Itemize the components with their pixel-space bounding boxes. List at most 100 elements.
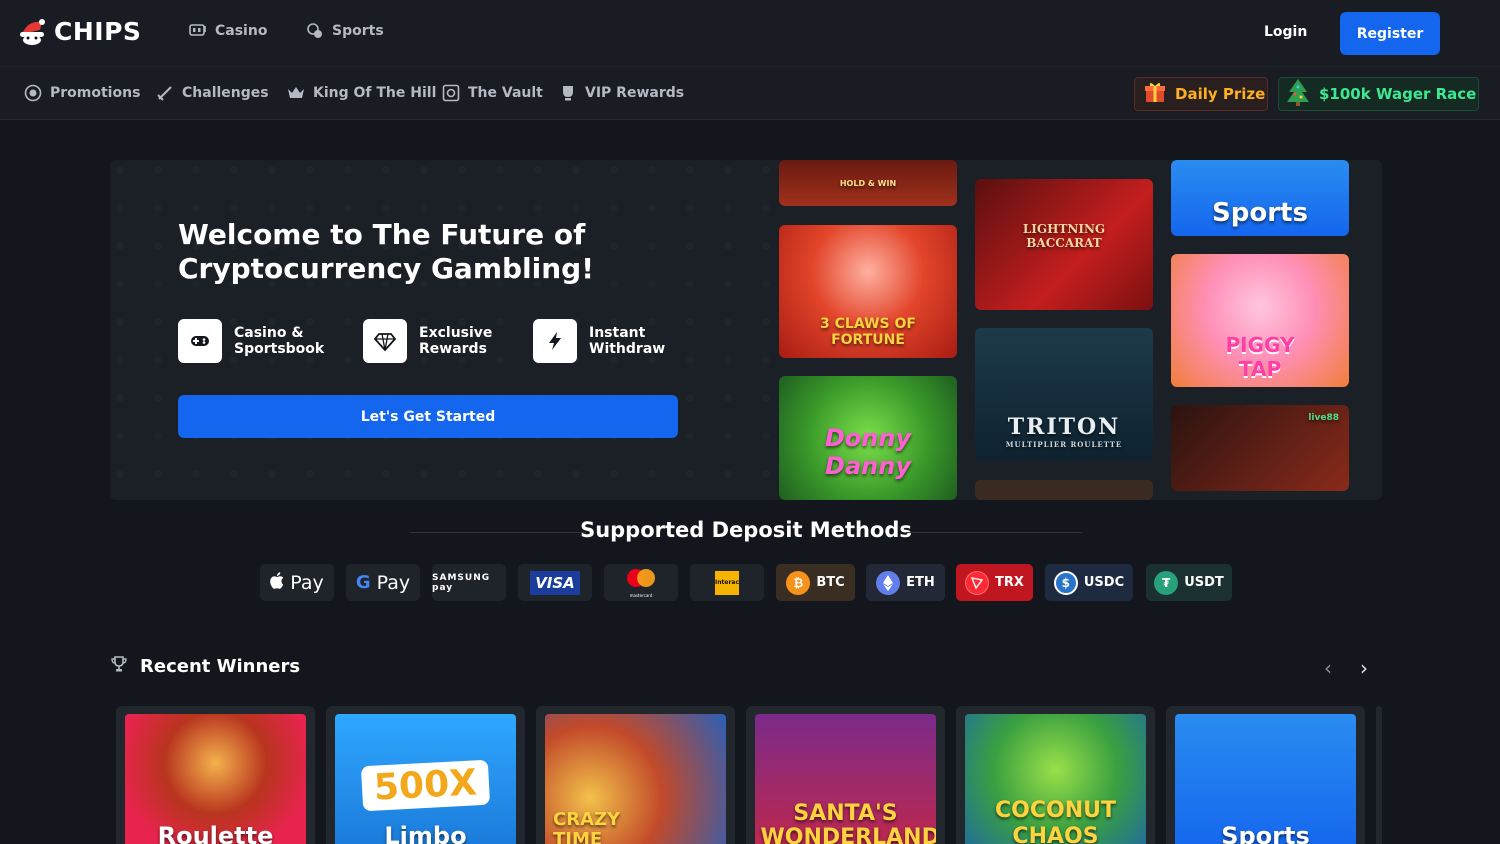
payment-visa: VISA <box>518 564 592 601</box>
tile-piggy-text: PIGGY TAP <box>1225 333 1295 381</box>
payment-btc: ₿ BTC <box>776 564 855 601</box>
wager-race-label: $100k Wager Race <box>1319 85 1477 103</box>
winner-label-sports: Sports <box>1221 822 1310 844</box>
trophy-icon <box>110 655 128 678</box>
game-tile-partial[interactable] <box>975 480 1153 500</box>
winner-card-partial <box>1376 706 1382 844</box>
sword-icon <box>156 84 174 102</box>
usdt-label: USDT <box>1184 575 1224 590</box>
winner-img-sports: Sports <box>1175 714 1356 844</box>
game-tile-hold-win[interactable]: HOLD & WIN <box>779 160 957 206</box>
mastercard-label: mastercard <box>629 592 653 598</box>
winner-label-santas: SANTA'S WONDERLAND <box>760 801 937 844</box>
recent-winners-heading: Recent Winners <box>110 655 300 678</box>
deposit-heading: Supported Deposit Methods <box>580 518 912 542</box>
nav-sports-label: Sports <box>332 23 384 39</box>
eth-label: ETH <box>906 575 935 590</box>
game-tile-sports[interactable]: Sports <box>1171 160 1349 236</box>
carousel-prev-button[interactable]: ‹ <box>1324 656 1332 680</box>
nav-casino-label: Casino <box>215 23 268 39</box>
payment-mastercard: mastercard <box>604 564 678 601</box>
feature-exclusive-rewards: Exclusive Rewards <box>363 319 519 363</box>
subnav-vip-rewards[interactable]: VIP Rewards <box>559 84 684 102</box>
usdc-icon: $ <box>1053 570 1078 595</box>
feature-instant-withdraw: Instant Withdraw <box>533 319 689 363</box>
winner-img-santas: SANTA'S WONDERLAND <box>755 714 936 844</box>
game-tile-live88[interactable]: live88 <box>1171 405 1349 491</box>
hero-title: Welcome to The Future of Cryptocurrency … <box>178 218 594 285</box>
feature-casino-label: Casino & Sportsbook <box>234 325 325 357</box>
tile-claws-text: 3 CLAWS OF FORTUNE <box>820 316 916 348</box>
winner-card-limbo[interactable]: 500X Limbo <box>326 706 525 844</box>
google-pay-label: Pay <box>376 571 411 594</box>
carousel-next-button[interactable]: › <box>1360 656 1368 680</box>
get-started-button[interactable]: Let's Get Started <box>178 395 678 438</box>
game-tile-lightning-baccarat[interactable]: LIGHTNING BACCARAT <box>975 179 1153 310</box>
subnav-challenges[interactable]: Challenges <box>156 84 269 102</box>
nav-casino[interactable]: Casino <box>189 22 267 40</box>
game-tile-donny-danny[interactable]: Donny Danny <box>779 376 957 500</box>
christmas-tree-icon <box>1285 78 1311 110</box>
trx-label: TRX <box>995 575 1024 590</box>
subnav-challenges-label: Challenges <box>182 85 269 101</box>
tile-triton-sub: MULTIPLIER ROULETTE <box>1005 440 1123 449</box>
bitcoin-icon: ₿ <box>786 570 811 595</box>
subnav-king-label: King Of The Hill <box>313 85 437 101</box>
winner-card-sports[interactable]: Sports <box>1166 706 1365 844</box>
crown-icon <box>287 84 305 102</box>
logo[interactable]: CHIPS <box>18 16 141 46</box>
winner-card-santas-wonderland[interactable]: SANTA'S WONDERLAND <box>746 706 945 844</box>
sports-icon <box>306 22 324 40</box>
payment-eth: ETH <box>866 564 945 601</box>
winner-card-coconut-chaos[interactable]: COCONUT CHAOS <box>956 706 1155 844</box>
subnav-vault-label: The Vault <box>468 85 543 101</box>
tile-donny-text: Donny Danny <box>824 424 912 480</box>
game-tile-piggy-tap[interactable]: PIGGY TAP <box>1171 254 1349 387</box>
subnav-vip-label: VIP Rewards <box>585 85 685 101</box>
tether-icon: ₮ <box>1154 570 1179 595</box>
visa-icon: VISA <box>530 570 580 595</box>
google-icon: G <box>355 572 371 593</box>
payment-apple-pay: Pay <box>260 564 334 601</box>
ethereum-icon <box>876 570 901 595</box>
game-tile-3-claws[interactable]: 3 CLAWS OF FORTUNE <box>779 225 957 358</box>
nav-sports[interactable]: Sports <box>306 22 384 40</box>
payment-samsung-pay: SAMSUNG pay <box>432 564 506 601</box>
subnav-the-vault[interactable]: The Vault <box>442 84 543 102</box>
tile-lightning-text: LIGHTNING BACCARAT <box>1022 222 1106 250</box>
feature-withdraw-label: Instant Withdraw <box>589 325 666 357</box>
tile-live88-text: live88 <box>1308 413 1339 423</box>
tile-sports-text: Sports <box>1212 198 1308 228</box>
divider-right <box>906 532 1082 533</box>
subnav-promotions[interactable]: Promotions <box>24 84 140 102</box>
recent-winners-label: Recent Winners <box>140 656 301 677</box>
daily-prize-button[interactable]: Daily Prize <box>1134 77 1268 111</box>
winner-card-crazy-time[interactable]: CRAZY TIME <box>536 706 735 844</box>
login-button[interactable]: Login <box>1264 24 1307 40</box>
hero-banner: Welcome to The Future of Cryptocurrency … <box>110 160 1382 500</box>
winner-badge-limbo: 500X <box>360 759 491 812</box>
logo-text: CHIPS <box>54 16 142 46</box>
payment-interac: Interac <box>690 564 764 601</box>
subnav-king-of-the-hill[interactable]: King Of The Hill <box>287 84 436 102</box>
game-tile-triton[interactable]: TRITON MULTIPLIER ROULETTE <box>975 328 1153 461</box>
samsung-pay-icon: SAMSUNG pay <box>432 572 491 593</box>
feature-rewards-label: Exclusive Rewards <box>419 325 493 357</box>
vault-icon <box>442 84 460 102</box>
vip-icon <box>559 84 577 102</box>
winner-img-crazy-time: CRAZY TIME <box>545 714 726 844</box>
winner-img-coconut: COCONUT CHAOS <box>965 714 1146 844</box>
subnav-promotions-label: Promotions <box>50 85 141 101</box>
winner-card-roulette[interactable]: Roulette <box>116 706 315 844</box>
winner-label-crazy-time: CRAZY TIME <box>553 809 621 844</box>
wager-race-button[interactable]: $100k Wager Race <box>1278 77 1479 111</box>
payment-usdc: $ USDC <box>1045 564 1133 601</box>
winner-img-limbo: 500X Limbo <box>335 714 516 844</box>
tile-triton-text: TRITON <box>1007 414 1121 440</box>
apple-icon <box>270 572 284 593</box>
santa-hat-icon <box>18 16 48 46</box>
usdc-label: USDC <box>1083 575 1125 590</box>
register-button[interactable]: Register <box>1340 12 1440 55</box>
slot-machine-icon <box>189 22 207 40</box>
btc-label: BTC <box>816 575 845 590</box>
